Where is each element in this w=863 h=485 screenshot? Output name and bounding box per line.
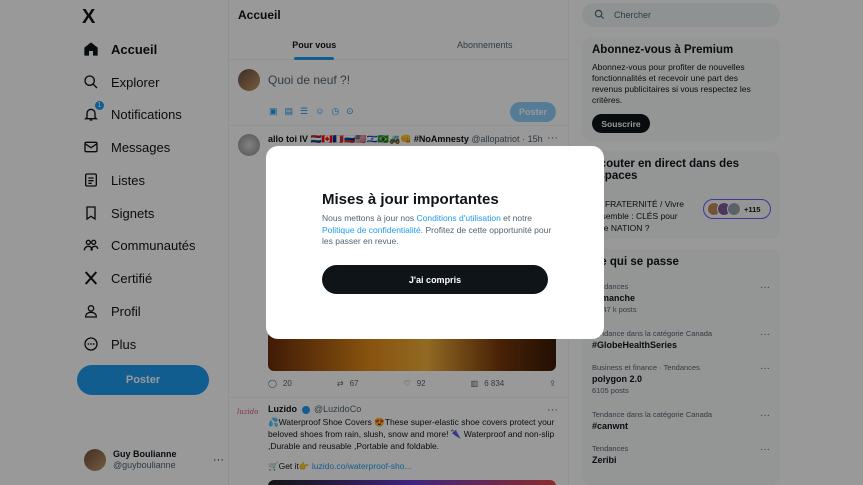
updates-dialog: Mises à jour importantes Nous mettons à … — [266, 146, 604, 339]
terms-link[interactable]: Conditions d'utilisation — [417, 213, 501, 223]
app-root: X Accueil Explorer 1 Notifications Messa — [0, 0, 863, 485]
dialog-text-part: Nous mettons à jour nos — [322, 213, 417, 223]
privacy-policy-link[interactable]: Politique de confidentialité — [322, 225, 421, 235]
got-it-button[interactable]: J'ai compris — [322, 265, 548, 294]
dialog-title: Mises à jour importantes — [322, 191, 499, 208]
dialog-text-part: et notre — [500, 213, 532, 223]
dialog-text: Nous mettons à jour nos Conditions d'uti… — [322, 213, 552, 248]
